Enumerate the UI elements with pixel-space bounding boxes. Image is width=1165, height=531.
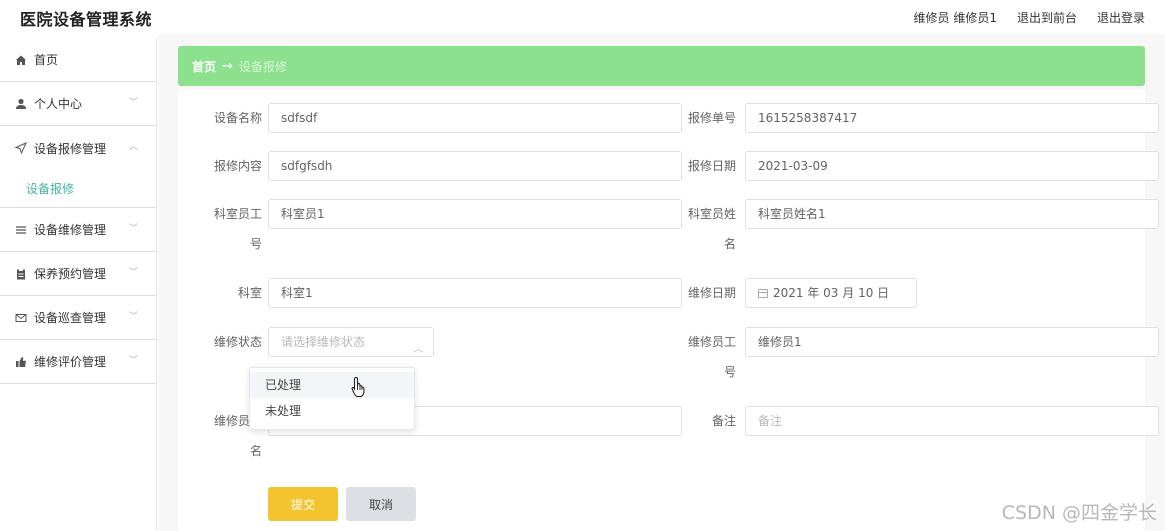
repair-no-label: 报修单号 — [687, 111, 736, 125]
device-name-input[interactable]: sdfsdf — [268, 103, 682, 133]
repair-content-label: 报修内容 — [213, 159, 262, 173]
staff-no-input[interactable]: 科室员1 — [268, 199, 682, 229]
staff-name-input[interactable]: 科室员姓名1 — [745, 199, 1159, 229]
thumb-icon — [14, 355, 28, 369]
repair-date-label: 报修日期 — [687, 159, 736, 173]
repair-no-input[interactable]: 1615258387417 — [745, 103, 1159, 133]
repairer-no-label: 维修员工 号 — [672, 327, 736, 387]
chevron-down-icon: ﹀ — [128, 268, 138, 278]
main-content: 首页 → 设备报修 设备名称 sdfsdf 报修单号 1615258387417… — [158, 34, 1165, 531]
sidebar-subitem-label: 设备报修 — [26, 182, 75, 196]
submit-button[interactable]: 提交 — [268, 487, 338, 521]
user-icon — [14, 97, 28, 111]
chevron-down-icon: ﹀ — [128, 312, 138, 322]
sidebar-item-inspection-mgmt[interactable]: 设备巡查管理 ﹀ — [0, 296, 156, 340]
breadcrumb-home[interactable]: 首页 — [192, 58, 216, 75]
remark-label: 备注 — [711, 414, 736, 428]
department-label: 科室 — [237, 286, 262, 300]
repair-status-placeholder: 请选择维修状态 — [281, 335, 366, 349]
repairer-name-label-line2: 名 — [249, 444, 262, 458]
chevron-up-icon: ︿ — [128, 142, 138, 152]
sidebar-item-evaluation-mgmt[interactable]: 维修评价管理 ﹀ — [0, 340, 156, 384]
remark-placeholder: 备注 — [758, 414, 783, 428]
mail-icon — [14, 311, 28, 325]
staff-name-label: 科室员姓 名 — [672, 199, 736, 259]
repair-status-label: 维修状态 — [213, 335, 262, 349]
exit-to-front-link[interactable]: 退出到前台 — [1017, 9, 1077, 26]
chevron-down-icon: ﹀ — [128, 98, 138, 108]
staff-no-label-line2: 号 — [249, 237, 262, 251]
clipboard-icon — [14, 267, 28, 281]
sidebar-item-label: 设备报修管理 — [34, 141, 107, 156]
breadcrumb-arrow-icon: → — [222, 58, 233, 74]
repairer-no-input[interactable]: 维修员1 — [745, 327, 1159, 357]
sidebar-item-repair-request-mgmt[interactable]: 设备报修管理 ︿ — [0, 126, 156, 170]
list-icon — [14, 223, 28, 237]
breadcrumb-current: 设备报修 — [238, 59, 287, 74]
logout-link[interactable]: 退出登录 — [1097, 9, 1145, 26]
home-icon — [14, 53, 28, 67]
repair-status-dropdown: 已处理 未处理 — [249, 367, 415, 430]
chevron-up-icon: ︿ — [413, 344, 423, 355]
send-icon — [14, 141, 28, 155]
staff-no-label: 科室员工 号 — [198, 199, 262, 259]
staff-no-label-line1: 科室员工 — [213, 207, 262, 221]
sidebar-subitem-repair-request[interactable]: 设备报修 — [0, 170, 156, 208]
watermark: CSDN @四金学长 — [1001, 502, 1157, 524]
sidebar-item-maintenance-mgmt[interactable]: 设备维修管理 ﹀ — [0, 208, 156, 252]
repair-content-input[interactable]: sdfgfsdh — [268, 151, 682, 181]
maintenance-date-value: 2021 年 03 月 10 日 — [773, 286, 890, 300]
device-name-label: 设备名称 — [213, 111, 262, 125]
staff-name-label-line2: 名 — [723, 237, 736, 251]
maintenance-date-picker[interactable]: 2021 年 03 月 10 日 — [745, 278, 917, 308]
sidebar-item-label: 保养预约管理 — [34, 267, 107, 281]
sidebar-item-profile[interactable]: 个人中心 ﹀ — [0, 82, 156, 126]
app-title: 医院设备管理系统 — [20, 10, 153, 29]
maintenance-date-label: 维修日期 — [687, 286, 736, 300]
repairer-no-label-line2: 号 — [723, 365, 736, 379]
breadcrumb: 首页 → 设备报修 — [178, 46, 1145, 86]
hand-cursor-icon — [351, 376, 365, 398]
top-links: 维修员 维修员1 退出到前台 退出登录 — [914, 9, 1145, 26]
sidebar-item-upkeep-booking-mgmt[interactable]: 保养预约管理 ﹀ — [0, 252, 156, 296]
sidebar-item-home[interactable]: 首页 — [0, 38, 156, 82]
repairer-no-label-line1: 维修员工 — [687, 335, 736, 349]
dropdown-option-unprocessed[interactable]: 未处理 — [250, 398, 414, 424]
department-input[interactable]: 科室1 — [268, 278, 682, 308]
cancel-button[interactable]: 取消 — [346, 487, 416, 521]
staff-name-label-line1: 科室员姓 — [687, 207, 736, 221]
repair-form: 设备名称 sdfsdf 报修单号 1615258387417 报修内容 sdfg… — [178, 90, 1159, 531]
sidebar-item-label: 设备巡查管理 — [34, 311, 107, 325]
repair-date-input[interactable]: 2021-03-09 — [745, 151, 1159, 181]
chevron-down-icon: ﹀ — [128, 356, 138, 366]
sidebar-item-label: 维修评价管理 — [34, 355, 107, 369]
repair-status-select[interactable]: 请选择维修状态 ︿ — [268, 327, 434, 357]
sidebar-item-label: 个人中心 — [34, 97, 83, 111]
calendar-icon — [758, 289, 768, 298]
current-user-label: 维修员 维修员1 — [913, 11, 997, 25]
top-bar: 医院设备管理系统 维修员 维修员1 退出到前台 退出登录 — [0, 0, 1165, 34]
dropdown-option-processed[interactable]: 已处理 — [250, 372, 414, 398]
chevron-down-icon: ﹀ — [128, 224, 138, 234]
sidebar-item-label: 设备维修管理 — [34, 223, 107, 237]
sidebar-item-label: 首页 — [34, 53, 59, 67]
remark-input[interactable]: 备注 — [745, 406, 1159, 436]
sidebar: 首页 个人中心 ﹀ 设备报修管理 ︿ 设备报修 设备维修管理 ﹀ 保养预约管理 … — [0, 38, 157, 531]
